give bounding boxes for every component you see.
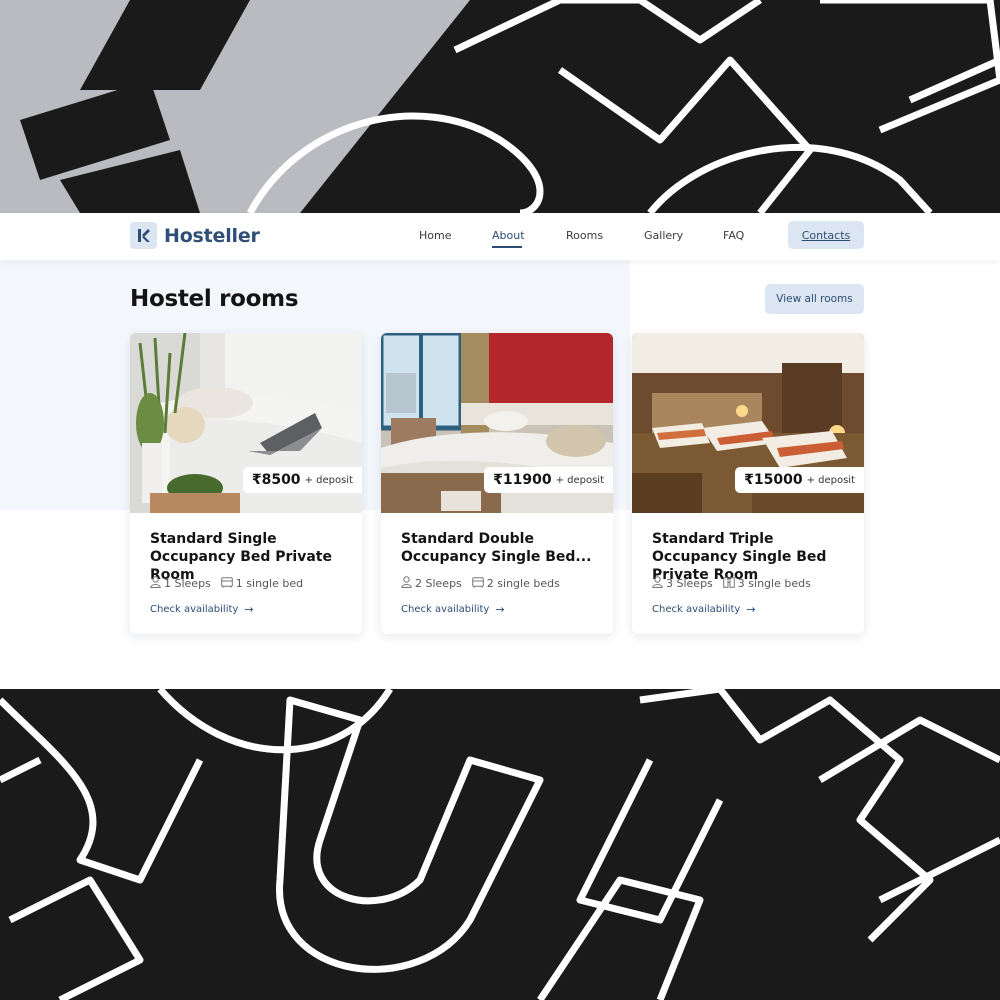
check-availability-label: Check availability (652, 604, 741, 615)
logo[interactable]: Hosteller (130, 222, 260, 249)
twin-bed-icon (722, 576, 735, 591)
room-meta: 2 Sleeps 2 single beds (401, 576, 560, 591)
logo-mark-icon (130, 222, 157, 249)
arrow-right-icon: → (746, 603, 756, 616)
person-icon (401, 576, 412, 591)
view-all-rooms-button[interactable]: View all rooms (765, 284, 864, 314)
contacts-button[interactable]: Contacts (788, 221, 864, 249)
room-meta: 3 Sleeps 3 single beds (652, 576, 811, 591)
room-card[interactable]: ₹15000 + deposit Standard Triple Occupan… (632, 333, 864, 634)
arrow-right-icon: → (495, 603, 505, 616)
nav-home[interactable]: Home (419, 229, 451, 242)
nav-about[interactable]: About (492, 229, 525, 242)
check-availability-label: Check availability (150, 604, 239, 615)
deposit-label: + deposit (555, 474, 604, 486)
check-availability-link[interactable]: Check availability → (401, 603, 505, 616)
arrow-right-icon: → (244, 603, 254, 616)
beds-count: 2 single beds (486, 577, 560, 590)
sleeps-count: 1 Sleeps (164, 577, 211, 590)
beds-count: 1 single bed (235, 577, 304, 590)
room-title[interactable]: Standard Double Occupancy Single Bed... (401, 530, 601, 566)
bed-icon (220, 576, 233, 591)
price-tag: ₹8500 + deposit (242, 467, 362, 493)
nav-faq[interactable]: FAQ (723, 229, 744, 242)
room-meta: 1 Sleeps 1 single bed (150, 576, 303, 591)
price: ₹11900 (493, 472, 552, 488)
section-title: Hostel rooms (130, 286, 299, 312)
check-availability-link[interactable]: Check availability → (150, 603, 254, 616)
brand-name: Hosteller (164, 224, 260, 247)
check-availability-link[interactable]: Check availability → (652, 603, 756, 616)
room-card[interactable]: ₹11900 + deposit Standard Double Occupan… (381, 333, 613, 634)
sleeps-count: 3 Sleeps (666, 577, 713, 590)
nav-rooms[interactable]: Rooms (566, 229, 603, 242)
person-icon (652, 576, 663, 591)
room-card[interactable]: ₹8500 + deposit Standard Single Occupanc… (130, 333, 362, 634)
person-icon (150, 576, 161, 591)
deposit-label: + deposit (304, 474, 353, 486)
deposit-label: + deposit (806, 474, 855, 486)
check-availability-label: Check availability (401, 604, 490, 615)
price-tag: ₹15000 + deposit (735, 467, 864, 493)
bed-icon (471, 576, 484, 591)
beds-count: 3 single beds (737, 577, 811, 590)
nav-gallery[interactable]: Gallery (644, 229, 683, 242)
hostel-website: Hosteller Home About Rooms Gallery FAQ C… (0, 213, 1000, 689)
price: ₹8500 (251, 472, 301, 488)
price: ₹15000 (744, 472, 803, 488)
price-tag: ₹11900 + deposit (484, 467, 613, 493)
nav-active-underline (492, 246, 522, 248)
top-navigation: Hosteller Home About Rooms Gallery FAQ C… (0, 213, 1000, 260)
sleeps-count: 2 Sleeps (415, 577, 462, 590)
